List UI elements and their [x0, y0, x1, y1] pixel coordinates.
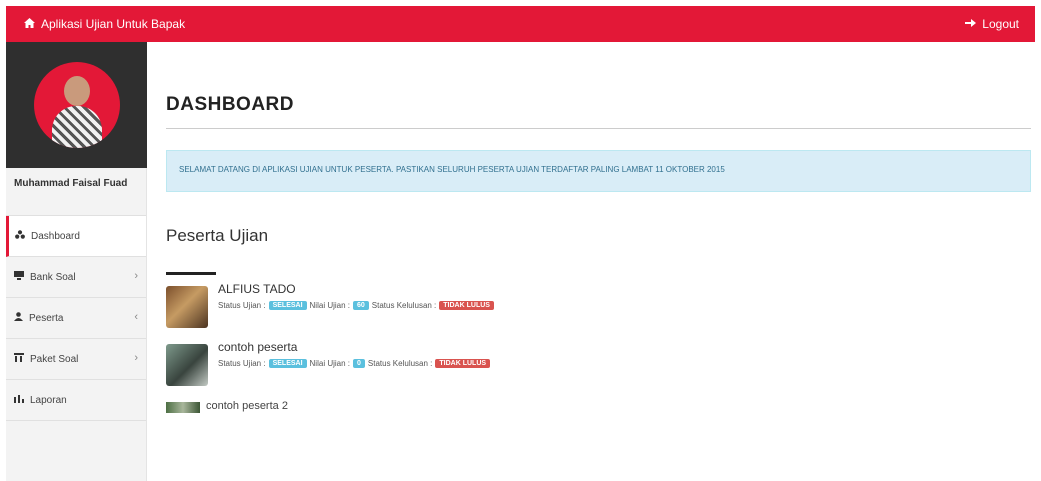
- sidebar-item-label: Laporan: [30, 394, 67, 406]
- participant-photo: [166, 344, 208, 386]
- home-icon: [24, 17, 35, 31]
- sidebar-item-dashboard[interactable]: Dashboard: [6, 216, 146, 257]
- participant-list: ALFIUS TADO Status Ujian : SELESAI Nilai…: [166, 282, 1031, 424]
- sidebar-item-peserta[interactable]: Peserta ‹: [6, 298, 146, 339]
- participant-name[interactable]: contoh peserta 2: [206, 400, 288, 412]
- score-badge: 60: [353, 301, 369, 310]
- status-kelulusan-label: Status Kelulusan :: [371, 301, 437, 310]
- participant-meta: Status Ujian : SELESAI Nilai Ujian : 60 …: [218, 301, 494, 310]
- logout-label: Logout: [982, 17, 1019, 31]
- result-badge: TIDAK LULUS: [439, 301, 494, 310]
- app-window: Aplikasi Ujian Untuk Bapak Logout Muhamm…: [6, 6, 1035, 481]
- chevron-right-icon: ›: [134, 352, 138, 364]
- status-badge: SELESAI: [268, 301, 307, 310]
- divider: [166, 128, 1031, 129]
- report-icon: [14, 394, 24, 406]
- paket-icon: [14, 353, 24, 365]
- welcome-alert: SELAMAT DATANG DI APLIKASI UJIAN UNTUK P…: [166, 150, 1031, 192]
- status-ujian-label: Status Ujian :: [218, 301, 266, 310]
- sidebar-item-bank-soal[interactable]: Bank Soal ›: [6, 257, 146, 298]
- top-navbar: Aplikasi Ujian Untuk Bapak Logout: [6, 6, 1035, 42]
- list-item[interactable]: contoh peserta Status Ujian : SELESAI Ni…: [166, 340, 1031, 398]
- participant-photo: [166, 402, 200, 413]
- user-name: Muhammad Faisal Fuad: [6, 168, 146, 216]
- sidebar-item-label: Bank Soal: [30, 271, 76, 283]
- sidebar-item-laporan[interactable]: Laporan: [6, 380, 146, 421]
- app-brand[interactable]: Aplikasi Ujian Untuk Bapak: [24, 17, 185, 31]
- sidebar-item-paket-soal[interactable]: Paket Soal ›: [6, 339, 146, 380]
- chevron-right-icon: ›: [134, 270, 138, 282]
- avatar: [33, 62, 120, 148]
- sidebar: Muhammad Faisal Fuad Dashboard Bank Soal…: [6, 42, 147, 481]
- logout-button[interactable]: Logout: [965, 17, 1019, 31]
- participant-meta: Status Ujian : SELESAI Nilai Ujian : 0 S…: [218, 359, 491, 368]
- sign-out-icon: [965, 17, 977, 31]
- participant-name[interactable]: ALFIUS TADO: [218, 282, 296, 296]
- app-title: Aplikasi Ujian Untuk Bapak: [41, 17, 186, 31]
- result-badge: TIDAK LULUS: [435, 359, 491, 368]
- list-item[interactable]: ALFIUS TADO Status Ujian : SELESAI Nilai…: [166, 282, 1031, 340]
- nilai-label: Nilai Ujian :: [309, 359, 350, 368]
- participant-name[interactable]: contoh peserta: [218, 340, 297, 354]
- participant-photo: [166, 286, 208, 328]
- sidebar-item-label: Peserta: [29, 312, 64, 324]
- book-icon: [14, 271, 24, 283]
- nilai-label: Nilai Ujian :: [309, 301, 350, 310]
- profile-panel: [6, 42, 147, 168]
- chevron-left-icon: ‹: [134, 311, 138, 323]
- status-badge: SELESAI: [268, 359, 307, 368]
- score-badge: 0: [353, 359, 365, 368]
- list-item[interactable]: contoh peserta 2: [166, 398, 1031, 424]
- user-icon: [14, 312, 23, 324]
- dashboard-icon: [15, 230, 25, 242]
- sidebar-item-label: Dashboard: [31, 230, 80, 242]
- main-content: DASHBOARD SELAMAT DATANG DI APLIKASI UJI…: [166, 42, 1031, 481]
- section-underline: [166, 272, 216, 275]
- status-kelulusan-label: Status Kelulusan :: [367, 359, 433, 368]
- sidebar-item-label: Paket Soal: [30, 353, 79, 365]
- section-title: Peserta Ujian: [166, 226, 269, 245]
- page-title: DASHBOARD: [166, 94, 294, 115]
- status-ujian-label: Status Ujian :: [218, 359, 266, 368]
